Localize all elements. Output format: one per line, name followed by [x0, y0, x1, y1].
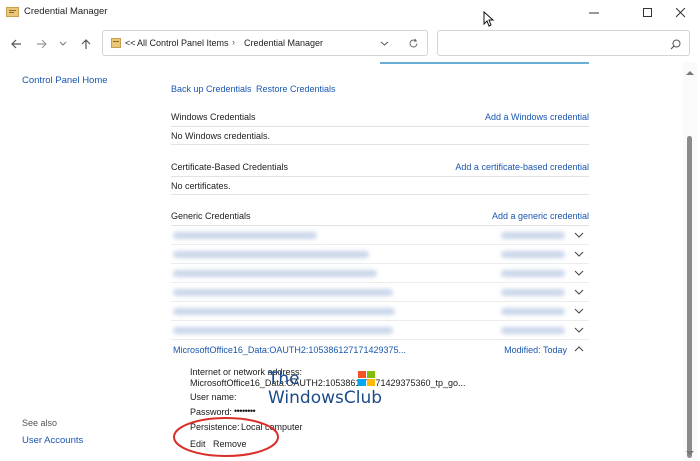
user-accounts-link[interactable]: User Accounts	[22, 435, 83, 446]
windows-logo-icon	[358, 371, 375, 386]
mouse-cursor-icon	[483, 11, 495, 27]
watermark-line-1: The	[268, 369, 300, 389]
chevron-up-icon[interactable]	[573, 343, 585, 355]
minimize-button[interactable]	[571, 0, 617, 26]
redacted-credential-name	[173, 232, 317, 239]
windows-credentials-title: Windows Credentials	[171, 112, 256, 122]
redacted-credential-name	[173, 270, 377, 277]
recent-locations-button[interactable]	[57, 36, 69, 52]
redacted-modified-date	[501, 232, 565, 239]
chevron-down-icon[interactable]	[573, 286, 585, 298]
close-button[interactable]	[662, 0, 700, 26]
no-certificates-text: No certificates.	[171, 181, 231, 191]
search-input[interactable]	[437, 30, 690, 56]
add-windows-credential-link[interactable]: Add a Windows credential	[485, 112, 589, 122]
close-icon	[676, 8, 686, 18]
left-pane: Control Panel Home See also User Account…	[0, 62, 156, 461]
chevron-down-icon[interactable]	[573, 324, 585, 336]
vertical-scrollbar[interactable]	[683, 62, 697, 461]
redacted-modified-date	[501, 270, 565, 277]
control-panel-icon	[111, 38, 121, 48]
generic-credentials-title: Generic Credentials	[171, 211, 251, 221]
section-header: Generic Credentials Add a generic creden…	[171, 209, 589, 226]
credential-row[interactable]	[171, 302, 589, 321]
section-body: No Windows credentials.	[171, 127, 589, 145]
backup-credentials-link[interactable]: Back up Credentials	[171, 84, 252, 94]
chevron-down-icon[interactable]	[573, 305, 585, 317]
certificate-credentials-title: Certificate-Based Credentials	[171, 162, 289, 172]
redacted-modified-date	[501, 251, 565, 258]
credential-modified: Modified: Today	[504, 345, 567, 355]
address-bar[interactable]: << All Control Panel Items › Credential …	[102, 30, 428, 56]
generic-credentials-section: Generic Credentials Add a generic creden…	[171, 209, 589, 359]
credential-row[interactable]	[171, 283, 589, 302]
chevron-down-icon[interactable]	[573, 248, 585, 260]
restore-credentials-link[interactable]: Restore Credentials	[256, 84, 336, 94]
breadcrumb-separator-icon: ›	[232, 37, 235, 47]
redacted-credential-name	[173, 327, 393, 334]
back-button[interactable]	[8, 36, 24, 52]
section-header: Certificate-Based Credentials Add a cert…	[171, 160, 589, 177]
selection-indicator	[380, 62, 589, 64]
chevron-down-icon	[380, 41, 389, 46]
redacted-modified-date	[501, 308, 565, 315]
maximize-icon	[643, 8, 652, 17]
scrollbar-thumb[interactable]	[687, 136, 692, 458]
redacted-credential-name	[173, 308, 395, 315]
watermark: The WindowsClub	[268, 369, 388, 409]
chevron-down-icon[interactable]	[573, 267, 585, 279]
expanded-credential-row[interactable]: MicrosoftOffice16_Data:OAUTH2:1053861271…	[171, 340, 589, 359]
watermark-line-2: WindowsClub	[268, 388, 383, 408]
certificate-credentials-section: Certificate-Based Credentials Add a cert…	[171, 160, 589, 195]
breadcrumb-credential-manager[interactable]: Credential Manager	[244, 38, 323, 48]
redacted-modified-date	[501, 327, 565, 334]
redacted-credential-name	[173, 289, 393, 296]
title-bar: Credential Manager	[0, 0, 700, 27]
minimize-icon	[589, 12, 599, 14]
credential-row[interactable]	[171, 226, 589, 245]
arrow-left-icon	[11, 39, 21, 49]
search-icon	[670, 39, 681, 50]
see-also-label: See also	[22, 418, 58, 428]
main-content: Back up Credentials Restore Credentials …	[160, 62, 680, 461]
windows-credentials-section: Windows Credentials Add a Windows creden…	[171, 110, 589, 145]
no-windows-credentials-text: No Windows credentials.	[171, 131, 271, 141]
add-certificate-credential-link[interactable]: Add a certificate-based credential	[455, 162, 589, 172]
highlight-ellipse	[173, 417, 279, 457]
credential-name[interactable]: MicrosoftOffice16_Data:OAUTH2:1053861271…	[173, 345, 406, 355]
chevron-down-icon[interactable]	[573, 229, 585, 241]
credential-row[interactable]	[171, 245, 589, 264]
breadcrumb-overflow[interactable]: <<	[125, 38, 136, 48]
redacted-modified-date	[501, 289, 565, 296]
address-dropdown-button[interactable]	[380, 39, 389, 50]
control-panel-home-link[interactable]: Control Panel Home	[22, 75, 108, 86]
arrow-up-icon	[81, 39, 91, 49]
add-generic-credential-link[interactable]: Add a generic credential	[492, 211, 589, 221]
user-name-label: User name:	[190, 392, 237, 402]
credential-row[interactable]	[171, 264, 589, 283]
window-title: Credential Manager	[24, 6, 108, 17]
refresh-icon	[409, 38, 418, 48]
chevron-down-icon	[59, 41, 67, 46]
credential-manager-icon	[6, 7, 19, 17]
credential-row[interactable]	[171, 321, 589, 340]
section-body: No certificates.	[171, 177, 589, 195]
redacted-credential-name	[173, 251, 369, 258]
breadcrumb-all-control-panel-items[interactable]: All Control Panel Items	[137, 38, 229, 48]
scroll-up-icon[interactable]	[686, 70, 694, 76]
forward-button[interactable]	[34, 36, 50, 52]
arrow-right-icon	[37, 39, 47, 49]
refresh-button[interactable]	[408, 38, 419, 51]
up-button[interactable]	[78, 36, 94, 52]
section-header: Windows Credentials Add a Windows creden…	[171, 110, 589, 127]
scroll-down-icon[interactable]	[686, 450, 694, 456]
